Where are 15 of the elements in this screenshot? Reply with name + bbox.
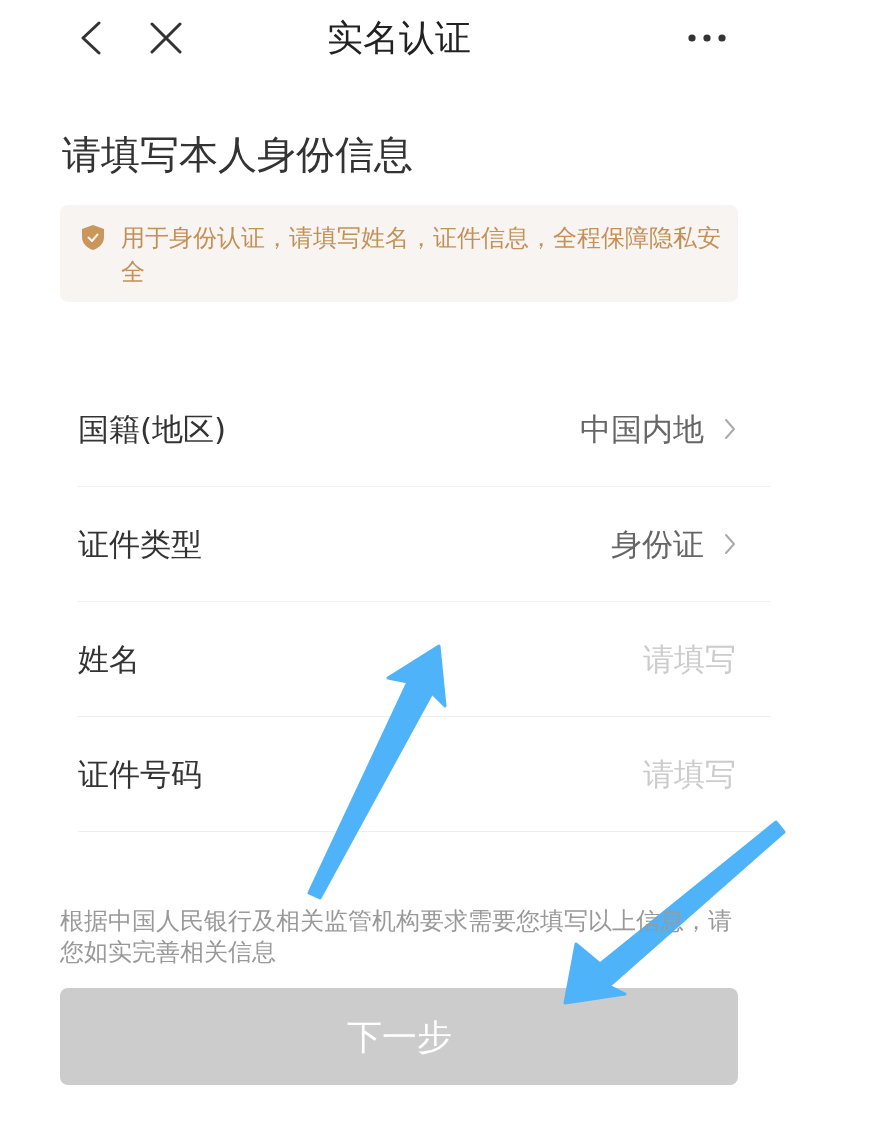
page-title: 实名认证 [327,16,471,60]
chevron-right-icon [724,533,736,555]
form-heading: 请填写本人身份信息 [62,131,413,179]
select-value[interactable]: 中国内地 [580,409,736,449]
back-icon[interactable] [80,21,102,55]
field-label: 国籍(地区) [78,410,227,449]
field-label: 证件类型 [78,525,202,564]
shield-check-icon [82,225,104,250]
select-value[interactable]: 身份证 [611,524,736,564]
notice-text: 用于身份认证，请填写姓名，证件信息，全程保障隐私安全 [121,223,722,288]
chevron-right-icon [724,418,736,440]
field-label: 姓名 [78,640,140,679]
close-icon[interactable] [150,22,182,54]
more-icon[interactable] [688,34,726,42]
field-label: 证件号码 [78,755,202,794]
